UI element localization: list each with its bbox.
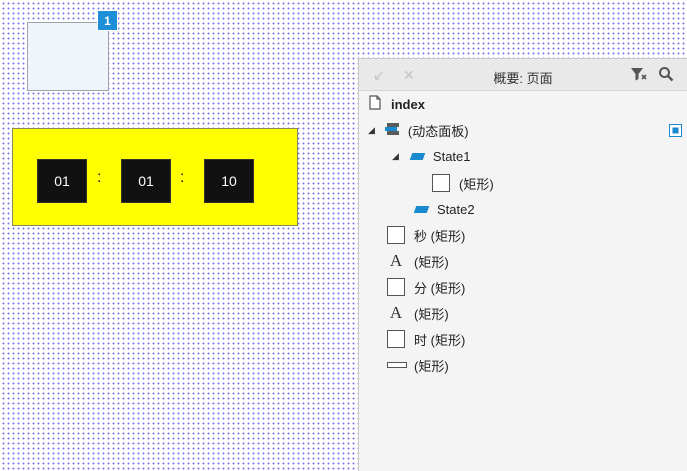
- page-name: index: [391, 96, 425, 112]
- timer-colon: :: [180, 169, 185, 186]
- selection-indicator-icon[interactable]: [669, 124, 682, 142]
- outline-item-label: (动态面板): [407, 123, 469, 139]
- filter-icon[interactable]: [630, 66, 648, 87]
- outline-item-label: (矩形): [459, 176, 494, 192]
- rectangle-icon: [432, 174, 450, 192]
- state-icon: [409, 152, 426, 160]
- rectangle-icon: [387, 278, 405, 296]
- dynamic-panel-icon: [384, 122, 400, 139]
- seconds-digit-box[interactable]: 10: [205, 160, 253, 202]
- flat-rect-icon: [387, 362, 407, 368]
- page-icon: [369, 95, 381, 113]
- outline-item-flat-rect[interactable]: (矩形): [387, 354, 449, 376]
- outline-item-label: (矩形): [414, 306, 449, 322]
- state-icon: [413, 205, 430, 213]
- outline-item-label: (矩形): [414, 254, 449, 270]
- outline-item-label: State2: [437, 201, 475, 217]
- outline-item-state1[interactable]: ◢ State1: [392, 145, 471, 167]
- expand-triangle-icon[interactable]: ◢: [392, 151, 399, 162]
- outline-item-label: 时 (矩形): [414, 332, 466, 348]
- hours-digit-box[interactable]: 01: [38, 160, 86, 202]
- rectangle-icon: [387, 226, 405, 244]
- outline-item-label: 分 (矩形): [414, 280, 466, 296]
- outline-item-text-rect[interactable]: A (矩形): [387, 250, 449, 272]
- text-a-icon: A: [389, 303, 403, 322]
- expand-triangle-icon[interactable]: ◢: [368, 125, 375, 136]
- outline-item-dynamic-panel[interactable]: ◢ (动态面板): [368, 119, 469, 141]
- outline-item-text-rect[interactable]: A (矩形): [387, 302, 449, 324]
- minutes-digit-box[interactable]: 01: [122, 160, 170, 202]
- outline-item-state1-rect[interactable]: (矩形): [432, 172, 494, 194]
- rectangle-icon: [387, 330, 405, 348]
- search-icon[interactable]: [658, 66, 674, 87]
- outline-item-label: 秒 (矩形): [414, 228, 466, 244]
- outline-item-hours-rect[interactable]: 时 (矩形): [387, 328, 465, 350]
- canvas-rectangle[interactable]: [27, 22, 109, 91]
- outline-panel: ↙ ✕ 概要: 页面 index ◢ (动态面板) ◢ State1 (矩形) …: [358, 58, 687, 471]
- outline-item-label: State1: [432, 148, 471, 164]
- outline-panel-header: ↙ ✕ 概要: 页面: [359, 59, 687, 91]
- outline-item-seconds-rect[interactable]: 秒 (矩形): [387, 224, 465, 246]
- timer-dynamic-panel[interactable]: 01 : 01 : 10: [12, 128, 298, 226]
- text-a-icon: A: [389, 251, 403, 270]
- outline-page-index[interactable]: index: [369, 93, 425, 115]
- outline-item-minutes-rect[interactable]: 分 (矩形): [387, 276, 465, 298]
- footnote-badge[interactable]: 1: [97, 10, 118, 31]
- outline-item-state2[interactable]: State2: [413, 198, 475, 220]
- timer-colon: :: [97, 169, 102, 186]
- outline-item-label: (矩形): [414, 358, 449, 374]
